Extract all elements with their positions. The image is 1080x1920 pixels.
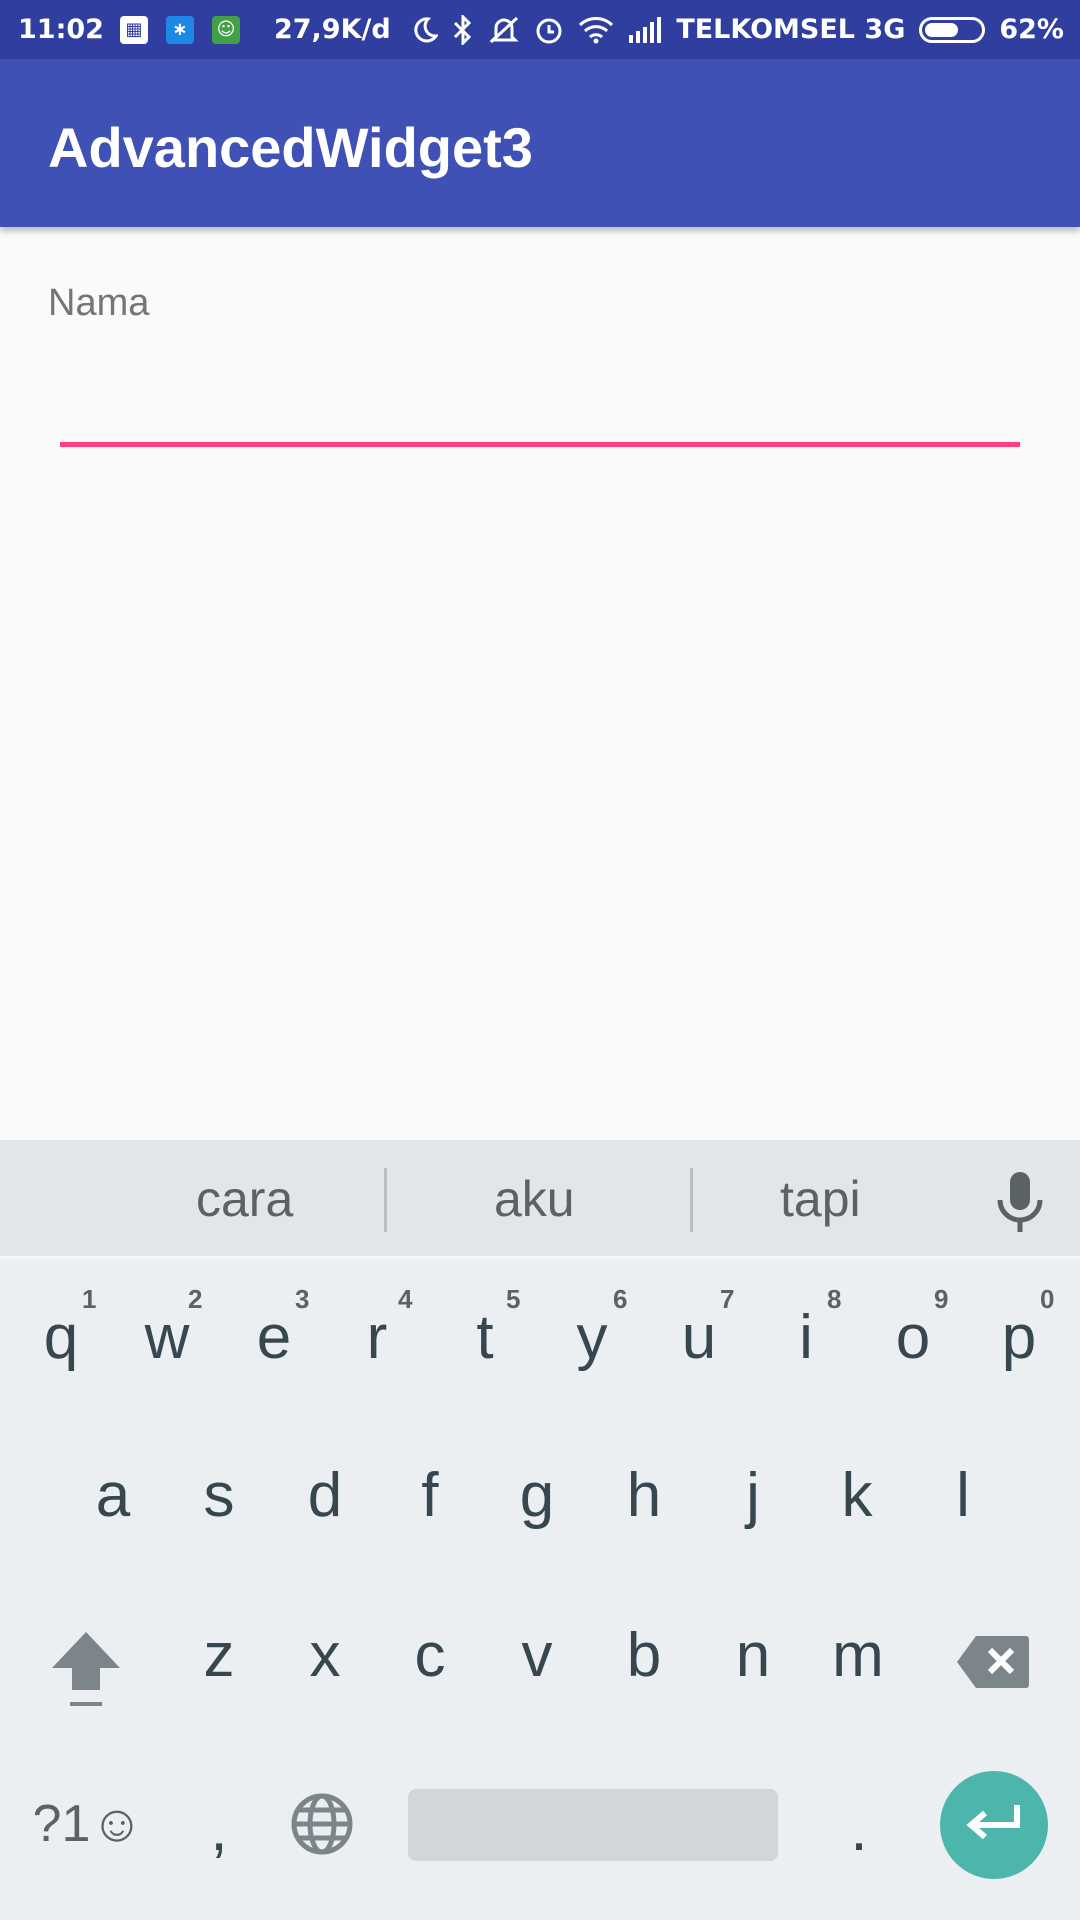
key-hint: 8 [827, 1284, 842, 1314]
key-hint: 7 [720, 1284, 735, 1314]
key-f[interactable]: f [377, 1460, 483, 1531]
key-a[interactable]: a [60, 1460, 166, 1531]
status-time: 11:02 [18, 14, 104, 45]
key-k[interactable]: k [804, 1460, 910, 1531]
shift-icon[interactable] [48, 1628, 124, 1717]
battery-percent: 62% [999, 14, 1064, 45]
key-v[interactable]: v [484, 1620, 590, 1691]
status-bar: 11:02 ▦ ∗ ☺ 27,9K/d TELKOMSEL 3G 62% [0, 0, 1080, 59]
key-hint: 5 [506, 1284, 521, 1314]
nama-label: Nama [48, 282, 150, 324]
nama-input[interactable] [60, 376, 1020, 436]
nama-input-underline [60, 442, 1020, 447]
key-c[interactable]: c [377, 1620, 483, 1691]
key-i[interactable]: i [753, 1302, 859, 1373]
key-y[interactable]: y [539, 1302, 645, 1373]
bluetooth-icon [452, 14, 474, 45]
key-t[interactable]: t [432, 1302, 538, 1373]
network-speed: 27,9K/d [273, 14, 391, 45]
suggestion-divider [384, 1168, 387, 1232]
alarm-icon [534, 15, 564, 45]
bbm-icon: ▦ [119, 15, 148, 44]
suggestion-divider [690, 1168, 693, 1232]
key-d[interactable]: d [272, 1460, 378, 1531]
suggestion-3[interactable]: tapi [780, 1170, 861, 1228]
key-e[interactable]: e [221, 1302, 327, 1373]
android-app-icon: ☺ [211, 15, 240, 44]
spacebar[interactable] [408, 1789, 778, 1861]
key-hint: 0 [1040, 1284, 1055, 1314]
enter-button[interactable] [940, 1771, 1048, 1879]
key-hint: 9 [934, 1284, 949, 1314]
battery-icon [919, 16, 986, 43]
key-l[interactable]: l [910, 1460, 1016, 1531]
suggestion-1[interactable]: cara [196, 1170, 293, 1228]
moon-icon [410, 16, 439, 44]
key-hint: 3 [295, 1284, 310, 1314]
key-m[interactable]: m [805, 1620, 911, 1691]
key-r[interactable]: r [324, 1302, 430, 1373]
signal-icon [628, 16, 662, 43]
key-hint: 6 [613, 1284, 628, 1314]
key-w[interactable]: w [114, 1302, 220, 1373]
enter-icon [963, 1801, 1025, 1850]
key-hint: 1 [82, 1284, 97, 1314]
key-g[interactable]: g [484, 1460, 590, 1531]
bluetooth-app-icon: ∗ [165, 15, 194, 44]
key-q[interactable]: q [8, 1302, 114, 1373]
globe-icon[interactable] [290, 1792, 354, 1861]
backspace-icon[interactable] [956, 1634, 1030, 1695]
key-u[interactable]: u [646, 1302, 752, 1373]
key-j[interactable]: j [700, 1460, 806, 1531]
carrier-name: TELKOMSEL 3G [676, 14, 906, 45]
app-bar: AdvancedWidget3 [0, 59, 1080, 227]
wifi-icon [578, 16, 614, 44]
silent-icon [488, 15, 520, 45]
key-s[interactable]: s [166, 1460, 272, 1531]
comma-key[interactable]: , [166, 1794, 272, 1865]
mic-icon[interactable] [990, 1170, 1050, 1241]
suggestion-bar: cara aku tapi [0, 1140, 1080, 1259]
key-p[interactable]: p [966, 1302, 1072, 1373]
period-key[interactable]: . [806, 1794, 912, 1865]
key-hint: 2 [188, 1284, 203, 1314]
key-b[interactable]: b [591, 1620, 697, 1691]
app-title: AdvancedWidget3 [48, 116, 533, 179]
symbols-key[interactable]: ?1☺ [32, 1794, 144, 1854]
key-h[interactable]: h [591, 1460, 697, 1531]
key-z[interactable]: z [166, 1620, 272, 1691]
key-n[interactable]: n [700, 1620, 806, 1691]
key-x[interactable]: x [272, 1620, 378, 1691]
key-o[interactable]: o [860, 1302, 966, 1373]
key-hint: 4 [398, 1284, 413, 1314]
suggestion-2[interactable]: aku [494, 1170, 575, 1228]
